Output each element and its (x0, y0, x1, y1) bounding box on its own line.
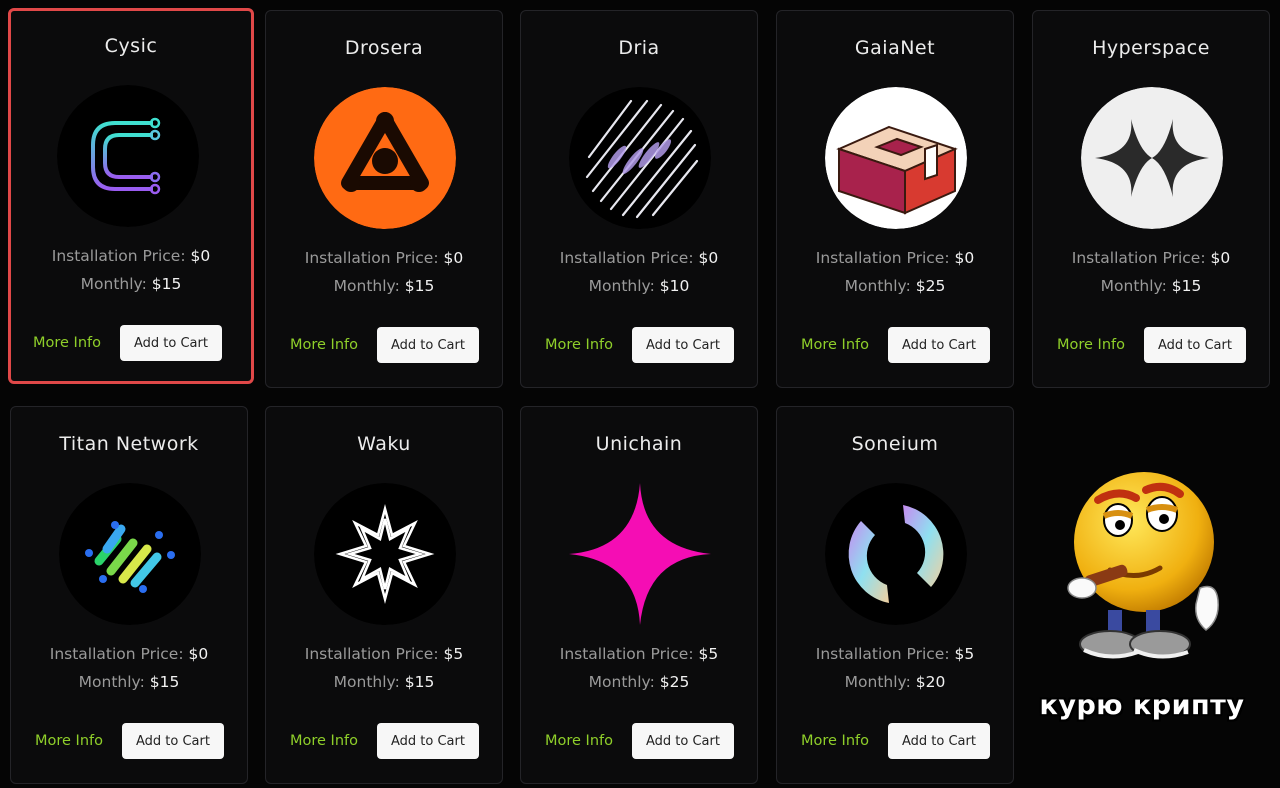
monthly-price-value: $15 (151, 275, 182, 293)
product-title: Drosera (344, 37, 424, 59)
more-info-link[interactable]: More Info (801, 337, 869, 353)
titan-network-logo-icon (59, 483, 201, 625)
monthly-price: Monthly: $15 (333, 277, 435, 295)
installation-price: Installation Price: $0 (559, 249, 719, 267)
monthly-price-value: $15 (404, 673, 435, 691)
drosera-logo-icon (314, 87, 456, 229)
unichain-logo-icon (569, 483, 711, 625)
product-title: Unichain (595, 433, 683, 455)
installation-price-value: $0 (188, 645, 209, 663)
more-info-link[interactable]: More Info (33, 335, 101, 351)
add-to-cart-button[interactable]: Add to Cart (888, 327, 990, 363)
product-card-waku[interactable]: Waku Installation Price: $5 Monthly: $15… (265, 406, 503, 784)
product-card-hyperspace[interactable]: Hyperspace Installation Price: $0 Monthl… (1032, 10, 1270, 388)
add-to-cart-button[interactable]: Add to Cart (377, 723, 479, 759)
installation-price: Installation Price: $5 (304, 645, 464, 663)
monthly-price: Monthly: $20 (844, 673, 946, 691)
more-info-link[interactable]: More Info (1057, 337, 1125, 353)
monthly-price-value: $15 (404, 277, 435, 295)
installation-price-value: $0 (190, 247, 211, 265)
monthly-price-value: $15 (149, 673, 180, 691)
monthly-price: Monthly: $25 (844, 277, 946, 295)
installation-price: Installation Price: $5 (815, 645, 975, 663)
product-card-titan-network[interactable]: Titan Network Installation Price: $0 Mon… (10, 406, 248, 784)
product-card-soneium[interactable]: Soneium Installation Price: $5 Monthly: … (776, 406, 1014, 784)
product-title: Cysic (104, 35, 158, 57)
installation-price: Installation Price: $5 (559, 645, 719, 663)
product-title: Waku (357, 433, 411, 455)
soneium-logo-icon (825, 483, 967, 625)
monthly-price-value: $10 (659, 277, 690, 295)
monthly-price: Monthly: $25 (588, 673, 690, 691)
monthly-price: Monthly: $15 (1100, 277, 1202, 295)
product-title: Hyperspace (1092, 37, 1210, 59)
sticker-caption: курю крипту (1039, 690, 1245, 721)
installation-price-value: $0 (443, 249, 464, 267)
product-card-gaianet[interactable]: GaiaNet Installation Price: $0 Monthly: … (776, 10, 1014, 388)
add-to-cart-button[interactable]: Add to Cart (632, 327, 734, 363)
installation-price-value: $5 (698, 645, 719, 663)
add-to-cart-button[interactable]: Add to Cart (632, 723, 734, 759)
monthly-price: Monthly: $15 (80, 275, 182, 293)
gaianet-logo-icon (825, 87, 967, 229)
installation-price-value: $0 (698, 249, 719, 267)
add-to-cart-button[interactable]: Add to Cart (122, 723, 224, 759)
product-title: Titan Network (59, 433, 199, 455)
more-info-link[interactable]: More Info (801, 733, 869, 749)
cysic-logo-icon (57, 85, 199, 227)
add-to-cart-button[interactable]: Add to Cart (1144, 327, 1246, 363)
add-to-cart-button[interactable]: Add to Cart (120, 325, 222, 361)
add-to-cart-button[interactable]: Add to Cart (888, 723, 990, 759)
more-info-link[interactable]: More Info (545, 733, 613, 749)
product-card-unichain[interactable]: Unichain Installation Price: $5 Monthly:… (520, 406, 758, 784)
installation-price-value: $0 (1210, 249, 1231, 267)
installation-price: Installation Price: $0 (49, 645, 209, 663)
dria-logo-icon (569, 87, 711, 229)
installation-price-value: $0 (954, 249, 975, 267)
installation-price: Installation Price: $0 (815, 249, 975, 267)
installation-price-value: $5 (443, 645, 464, 663)
product-card-cysic[interactable]: Cysic Installation Price: $0 Monthly: $1… (8, 8, 254, 384)
installation-price-value: $5 (954, 645, 975, 663)
monthly-price-value: $20 (915, 673, 946, 691)
monthly-price-value: $25 (659, 673, 690, 691)
more-info-link[interactable]: More Info (290, 733, 358, 749)
more-info-link[interactable]: More Info (35, 733, 103, 749)
product-title: GaiaNet (854, 37, 936, 59)
monthly-price-value: $25 (915, 277, 946, 295)
installation-price: Installation Price: $0 (1071, 249, 1231, 267)
product-title: Soneium (851, 433, 939, 455)
monthly-price: Monthly: $15 (78, 673, 180, 691)
waku-logo-icon (314, 483, 456, 625)
installation-price: Installation Price: $0 (51, 247, 211, 265)
monthly-price: Monthly: $10 (588, 277, 690, 295)
monthly-price: Monthly: $15 (333, 673, 435, 691)
product-card-drosera[interactable]: Drosera Installation Price: $0 Monthly: … (265, 10, 503, 388)
product-title: Dria (618, 37, 660, 59)
product-card-dria[interactable]: Dria Installation Price: $0 Monthly: $10… (520, 10, 758, 388)
more-info-link[interactable]: More Info (545, 337, 613, 353)
more-info-link[interactable]: More Info (290, 337, 358, 353)
add-to-cart-button[interactable]: Add to Cart (377, 327, 479, 363)
installation-price: Installation Price: $0 (304, 249, 464, 267)
monthly-price-value: $15 (1171, 277, 1202, 295)
hyperspace-logo-icon (1081, 87, 1223, 229)
